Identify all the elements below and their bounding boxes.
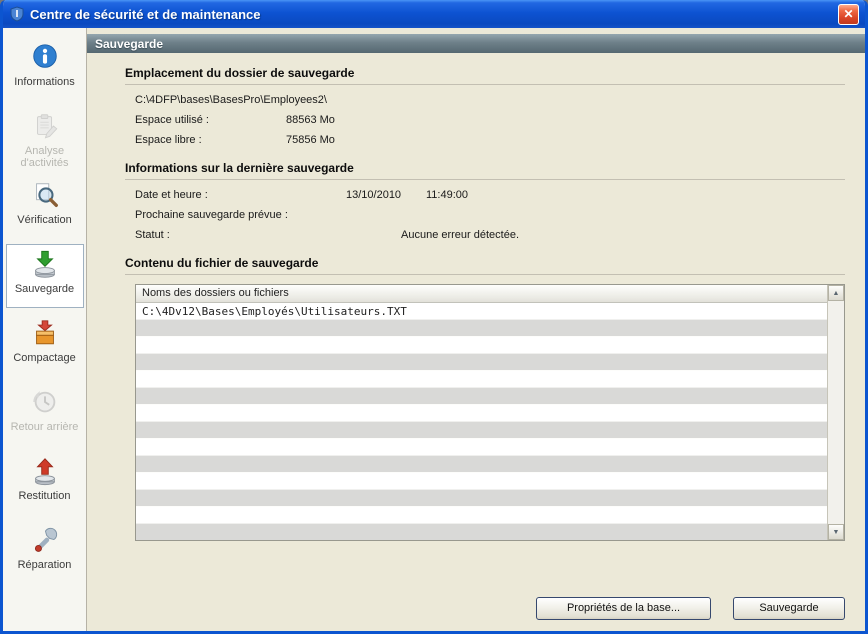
table-row[interactable]	[136, 524, 827, 541]
table-row[interactable]	[136, 439, 827, 456]
window-title: Centre de sécurité et de maintenance	[30, 7, 838, 22]
used-space-value: 88563 Mo	[286, 114, 335, 126]
backup-date-row: Date et heure : 13/10/2010 11:49:00	[135, 189, 845, 201]
backup-icon	[29, 248, 61, 280]
sidebar-item-rollback: Retour arrière	[6, 382, 84, 446]
section-last-backup: Informations sur la dernière sauvegarde …	[125, 161, 845, 241]
table-row[interactable]	[136, 388, 827, 405]
sidebar-item-label: Réparation	[18, 559, 72, 571]
free-space-row: Espace libre : 75856 Mo	[135, 134, 845, 146]
used-space-row: Espace utilisé : 88563 Mo	[135, 114, 845, 126]
backup-button[interactable]: Sauvegarde	[733, 597, 845, 620]
sidebar-item-label: Informations	[14, 76, 75, 88]
next-backup-row: Prochaine sauvegarde prévue :	[135, 209, 845, 221]
repair-icon	[29, 524, 61, 556]
table-row[interactable]	[136, 337, 827, 354]
backup-date-value: 13/10/2010	[346, 189, 426, 201]
section-title-last-backup: Informations sur la dernière sauvegarde	[125, 161, 845, 180]
rollback-icon	[29, 386, 61, 418]
scroll-up-icon: ▲	[833, 290, 840, 297]
sidebar-item-label: Vérification	[17, 214, 71, 226]
sidebar-item-activity-analysis: Analyse d'activités	[6, 106, 84, 170]
section-backup-content: Contenu du fichier de sauvegarde Noms de…	[125, 256, 845, 541]
activity-analysis-icon	[29, 110, 61, 142]
table-column-header: Noms des dossiers ou fichiers	[136, 285, 827, 303]
info-icon	[29, 41, 61, 73]
sidebar-item-restore[interactable]: Restitution	[6, 451, 84, 515]
backup-status-label: Statut :	[135, 229, 401, 241]
backup-folder-path: C:\4DFP\bases\BasesPro\Employees2\	[135, 94, 327, 106]
page-header: Sauvegarde	[87, 34, 865, 53]
table-row[interactable]	[136, 405, 827, 422]
sidebar-item-repair[interactable]: Réparation	[6, 520, 84, 584]
table-row[interactable]	[136, 473, 827, 490]
backup-path-row: C:\4DFP\bases\BasesPro\Employees2\	[135, 94, 845, 106]
table-row[interactable]	[136, 456, 827, 473]
sidebar-item-backup[interactable]: Sauvegarde	[6, 244, 84, 308]
free-space-label: Espace libre :	[135, 134, 286, 146]
table-row[interactable]	[136, 507, 827, 524]
free-space-value: 75856 Mo	[286, 134, 335, 146]
used-space-label: Espace utilisé :	[135, 114, 286, 126]
table-row[interactable]	[136, 490, 827, 507]
vertical-scrollbar[interactable]: ▲ ▼	[827, 285, 844, 540]
restore-icon	[29, 455, 61, 487]
title-bar: Centre de sécurité et de maintenance ✕	[3, 0, 865, 28]
table-row[interactable]	[136, 320, 827, 337]
database-properties-button[interactable]: Propriétés de la base...	[536, 597, 711, 620]
page-content: Emplacement du dossier de sauvegarde C:\…	[87, 53, 865, 585]
section-title-location: Emplacement du dossier de sauvegarde	[125, 66, 845, 85]
table-row[interactable]	[136, 354, 827, 371]
sidebar-item-label: Compactage	[13, 352, 75, 364]
close-icon: ✕	[843, 8, 853, 20]
sidebar-item-verify[interactable]: Vérification	[6, 175, 84, 239]
sidebar-item-info[interactable]: Informations	[6, 37, 84, 101]
backup-status-row: Statut : Aucune erreur détectée.	[135, 229, 845, 241]
sidebar-item-label: Retour arrière	[11, 421, 79, 433]
compact-icon	[29, 317, 61, 349]
sidebar-item-label: Sauvegarde	[15, 283, 74, 295]
sidebar-item-label: Analyse d'activités	[7, 145, 83, 169]
backup-content-table: Noms des dossiers ou fichiers C:\4Dv12\B…	[135, 284, 845, 541]
page-title: Sauvegarde	[95, 37, 163, 51]
app-window: Centre de sécurité et de maintenance ✕ I…	[0, 0, 868, 634]
scroll-down-icon: ▼	[833, 529, 840, 536]
backup-table-body: C:\4Dv12\Bases\Employés\Utilisateurs.TXT	[136, 303, 844, 541]
backup-date-label: Date et heure :	[135, 189, 346, 201]
close-button[interactable]: ✕	[838, 4, 859, 25]
window-icon	[9, 6, 25, 22]
backup-status-value: Aucune erreur détectée.	[401, 229, 519, 241]
sidebar-item-compact[interactable]: Compactage	[6, 313, 84, 377]
sidebar: Informations Analyse d'activités Vérificat…	[3, 28, 87, 631]
backup-time-value: 11:49:00	[426, 189, 468, 201]
table-row[interactable]: C:\4Dv12\Bases\Employés\Utilisateurs.TXT	[136, 303, 827, 320]
verify-icon	[29, 179, 61, 211]
scroll-up-button[interactable]: ▲	[828, 285, 844, 301]
window-body: Informations Analyse d'activités Vérificat…	[3, 28, 865, 631]
table-row[interactable]	[136, 371, 827, 388]
table-row[interactable]	[136, 422, 827, 439]
main-panel: Sauvegarde Emplacement du dossier de sau…	[87, 28, 865, 631]
next-backup-label: Prochaine sauvegarde prévue :	[135, 209, 288, 221]
scroll-down-button[interactable]: ▼	[828, 524, 844, 540]
section-title-backup-content: Contenu du fichier de sauvegarde	[125, 256, 845, 275]
section-backup-location: Emplacement du dossier de sauvegarde C:\…	[125, 66, 845, 146]
sidebar-item-label: Restitution	[19, 490, 71, 502]
table-column-header-label: Noms des dossiers ou fichiers	[142, 287, 289, 299]
footer-bar: Propriétés de la base... Sauvegarde	[87, 585, 865, 631]
